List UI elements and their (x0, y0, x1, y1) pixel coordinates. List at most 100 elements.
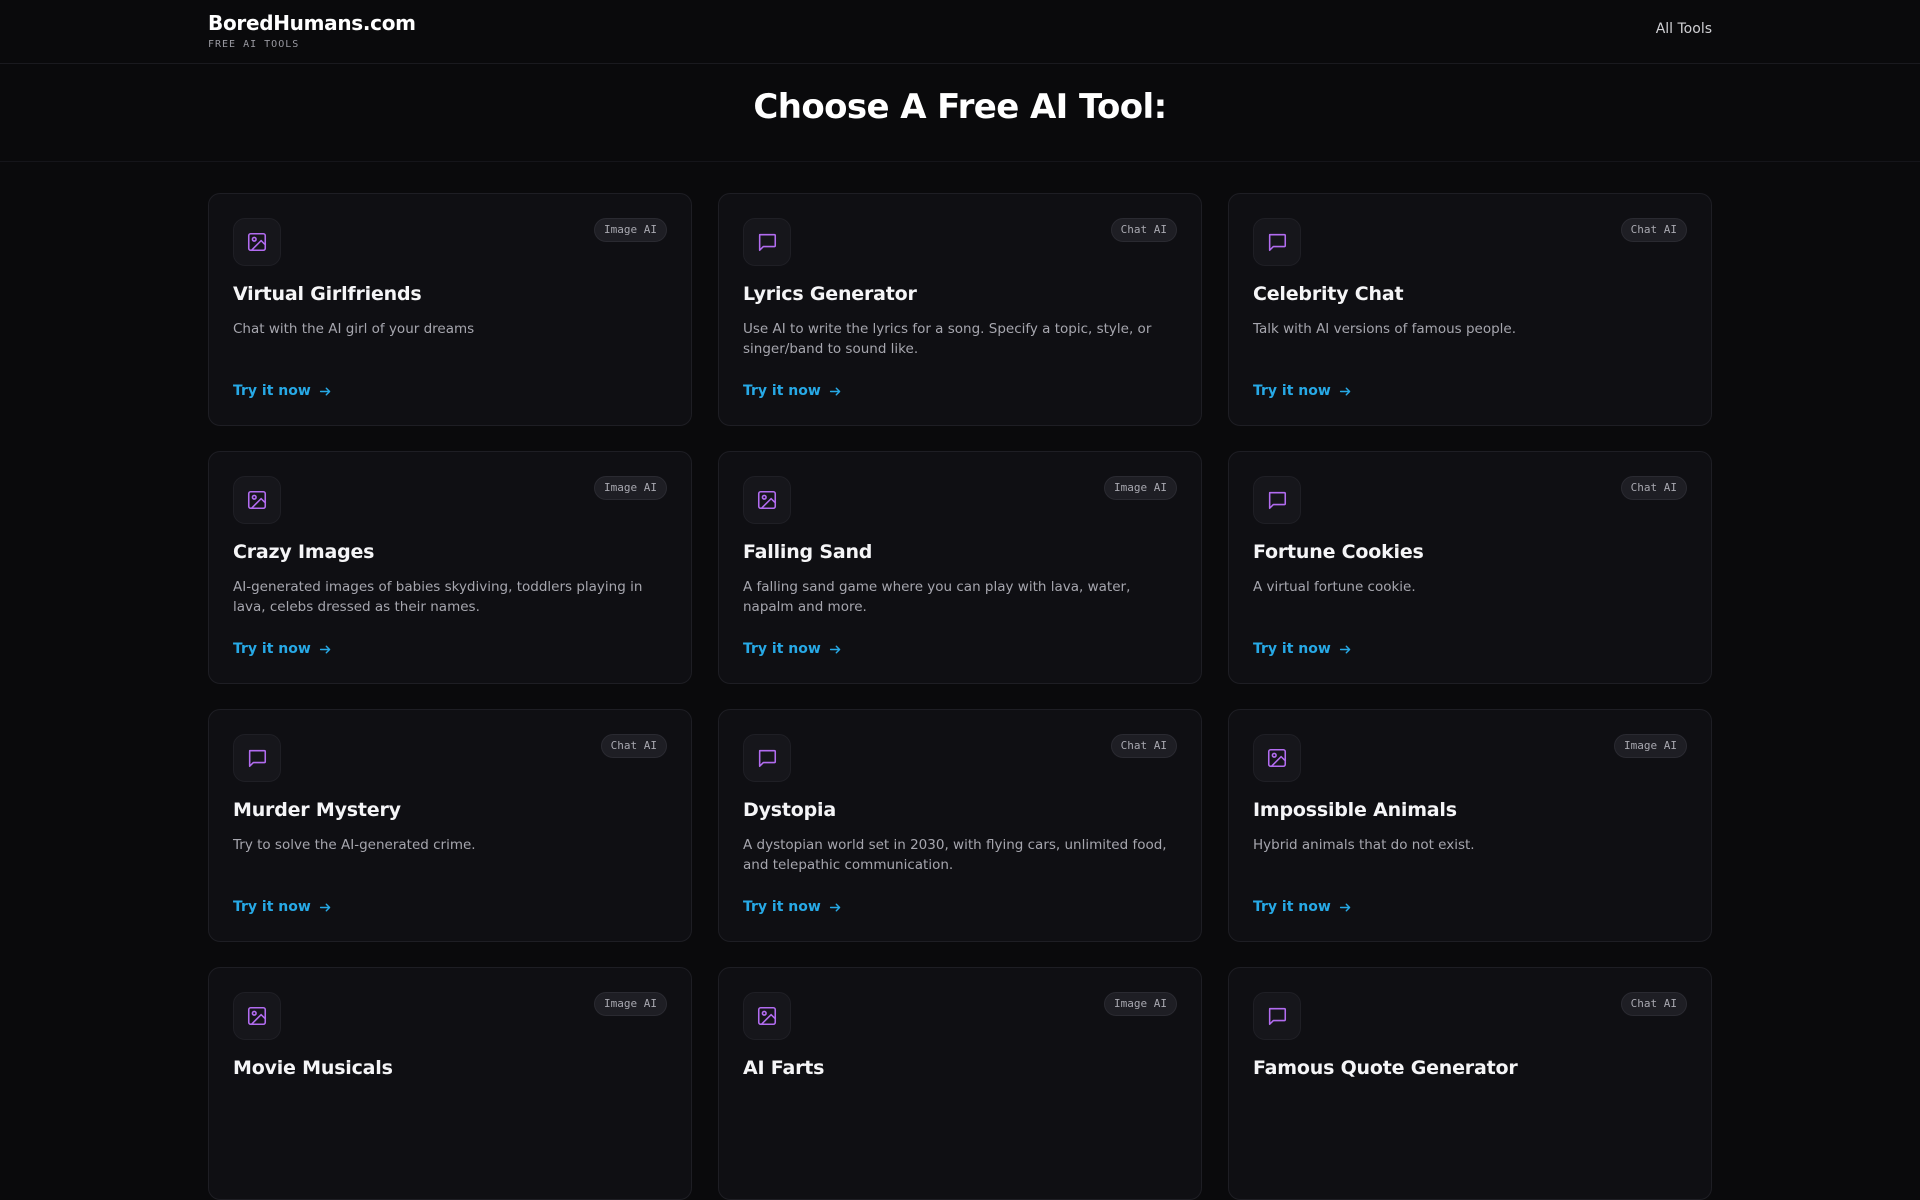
tool-card[interactable]: Image AI Falling Sand A falling sand gam… (718, 451, 1202, 684)
tool-card[interactable]: Chat AI Famous Quote Generator (1228, 967, 1712, 1200)
image-icon (757, 490, 777, 510)
card-description: Chat with the AI girl of your dreams (233, 321, 475, 337)
try-it-now-link[interactable]: Try it now (743, 383, 842, 399)
category-badge: Image AI (594, 476, 667, 500)
try-it-now-link[interactable]: Try it now (743, 641, 842, 657)
chat-icon (1268, 233, 1287, 252)
image-icon (247, 490, 267, 510)
tool-card[interactable]: Chat AI Dystopia A dystopian world set i… (718, 709, 1202, 942)
arrow-right-icon (1339, 903, 1351, 911)
try-it-now-link[interactable]: Try it now (1253, 899, 1352, 915)
category-badge: Image AI (594, 992, 667, 1016)
tool-card[interactable]: Chat AI Fortune Cookies A virtual fortun… (1228, 451, 1712, 684)
try-it-now-label: Try it now (1253, 383, 1331, 399)
page-title: Choose A Free AI Tool: (753, 86, 1167, 127)
card-description: Try to solve the AI-generated crime. (233, 837, 476, 853)
category-badge: Chat AI (1620, 992, 1687, 1016)
arrow-right-icon (829, 903, 841, 911)
tool-card[interactable]: Chat AI Lyrics Generator Use AI to write… (718, 193, 1202, 426)
tool-card-grid: Image AI Virtual Girlfriends Chat with t… (208, 193, 1712, 1200)
arrow-right-icon (319, 387, 331, 395)
try-it-now-link[interactable]: Try it now (743, 899, 842, 915)
try-it-now-label: Try it now (233, 899, 311, 915)
category-badge: Chat AI (600, 734, 667, 758)
all-tools-link[interactable]: All Tools (1656, 21, 1712, 37)
tool-card[interactable]: Image AI Impossible Animals Hybrid anima… (1228, 709, 1712, 942)
try-it-now-link[interactable]: Try it now (1253, 641, 1352, 657)
card-icon-box (1253, 476, 1301, 524)
card-title[interactable]: Celebrity Chat (1253, 283, 1404, 305)
try-it-now-label: Try it now (233, 641, 311, 657)
card-title[interactable]: Dystopia (743, 799, 836, 821)
card-title[interactable]: Virtual Girlfriends (233, 283, 422, 305)
category-badge: Image AI (594, 218, 667, 242)
arrow-right-icon (1339, 645, 1351, 653)
card-icon-box (743, 218, 791, 266)
chat-icon (1268, 1007, 1287, 1026)
card-description: A dystopian world set in 2030, with flyi… (743, 837, 1167, 873)
brand[interactable]: BoredHumans.com FREE AI TOOLS (208, 10, 416, 50)
arrow-right-icon (1339, 387, 1351, 395)
arrow-right-icon (829, 645, 841, 653)
top-navigation-bar: BoredHumans.com FREE AI TOOLS All Tools (0, 0, 1920, 64)
try-it-now-link[interactable]: Try it now (233, 899, 332, 915)
card-icon-box (743, 476, 791, 524)
try-it-now-link[interactable]: Try it now (233, 641, 332, 657)
image-icon (757, 1006, 777, 1026)
card-title[interactable]: Famous Quote Generator (1253, 1057, 1518, 1079)
category-badge: Chat AI (1110, 218, 1177, 242)
card-description: Talk with AI versions of famous people. (1253, 321, 1517, 337)
card-icon-box (233, 992, 281, 1040)
card-title[interactable]: Impossible Animals (1253, 799, 1457, 821)
try-it-now-label: Try it now (1253, 899, 1331, 915)
card-title[interactable]: Lyrics Generator (743, 283, 917, 305)
card-icon-box (233, 218, 281, 266)
card-icon-box (1253, 992, 1301, 1040)
category-badge: Image AI (1104, 992, 1177, 1016)
tool-card[interactable]: Chat AI Murder Mystery Try to solve the … (208, 709, 692, 942)
card-icon-box (743, 734, 791, 782)
try-it-now-label: Try it now (743, 641, 821, 657)
card-icon-box (233, 476, 281, 524)
arrow-right-icon (829, 387, 841, 395)
card-icon-box (1253, 734, 1301, 782)
card-title[interactable]: Falling Sand (743, 541, 872, 563)
chat-icon (758, 233, 777, 252)
tool-card[interactable]: Image AI Movie Musicals (208, 967, 692, 1200)
try-it-now-label: Try it now (1253, 641, 1331, 657)
tool-card[interactable]: Image AI Virtual Girlfriends Chat with t… (208, 193, 692, 426)
card-description: A virtual fortune cookie. (1253, 579, 1416, 595)
card-icon-box (1253, 218, 1301, 266)
image-icon (247, 232, 267, 252)
card-description: Hybrid animals that do not exist. (1253, 837, 1475, 853)
card-title[interactable]: Murder Mystery (233, 799, 401, 821)
chat-icon (248, 749, 267, 768)
category-badge: Image AI (1614, 734, 1687, 758)
try-it-now-link[interactable]: Try it now (1253, 383, 1352, 399)
tool-card[interactable]: Image AI Crazy Images AI-generated image… (208, 451, 692, 684)
brand-name[interactable]: BoredHumans.com (208, 10, 416, 36)
category-badge: Chat AI (1110, 734, 1177, 758)
try-it-now-link[interactable]: Try it now (233, 383, 332, 399)
hero-section: Choose A Free AI Tool: (0, 64, 1920, 162)
card-description: AI-generated images of babies skydiving,… (233, 579, 643, 615)
card-description: Use AI to write the lyrics for a song. S… (743, 321, 1152, 357)
try-it-now-label: Try it now (743, 899, 821, 915)
category-badge: Chat AI (1620, 476, 1687, 500)
card-description: A falling sand game where you can play w… (743, 579, 1131, 615)
card-title[interactable]: Fortune Cookies (1253, 541, 1424, 563)
tool-card[interactable]: Chat AI Celebrity Chat Talk with AI vers… (1228, 193, 1712, 426)
chat-icon (1268, 491, 1287, 510)
brand-subtitle: FREE AI TOOLS (208, 39, 300, 50)
card-title[interactable]: AI Farts (743, 1057, 824, 1079)
card-title[interactable]: Crazy Images (233, 541, 374, 563)
arrow-right-icon (319, 903, 331, 911)
tool-card[interactable]: Image AI AI Farts (718, 967, 1202, 1200)
try-it-now-label: Try it now (233, 383, 311, 399)
image-icon (247, 1006, 267, 1026)
category-badge: Image AI (1104, 476, 1177, 500)
card-icon-box (743, 992, 791, 1040)
card-title[interactable]: Movie Musicals (233, 1057, 393, 1079)
card-icon-box (233, 734, 281, 782)
try-it-now-label: Try it now (743, 383, 821, 399)
